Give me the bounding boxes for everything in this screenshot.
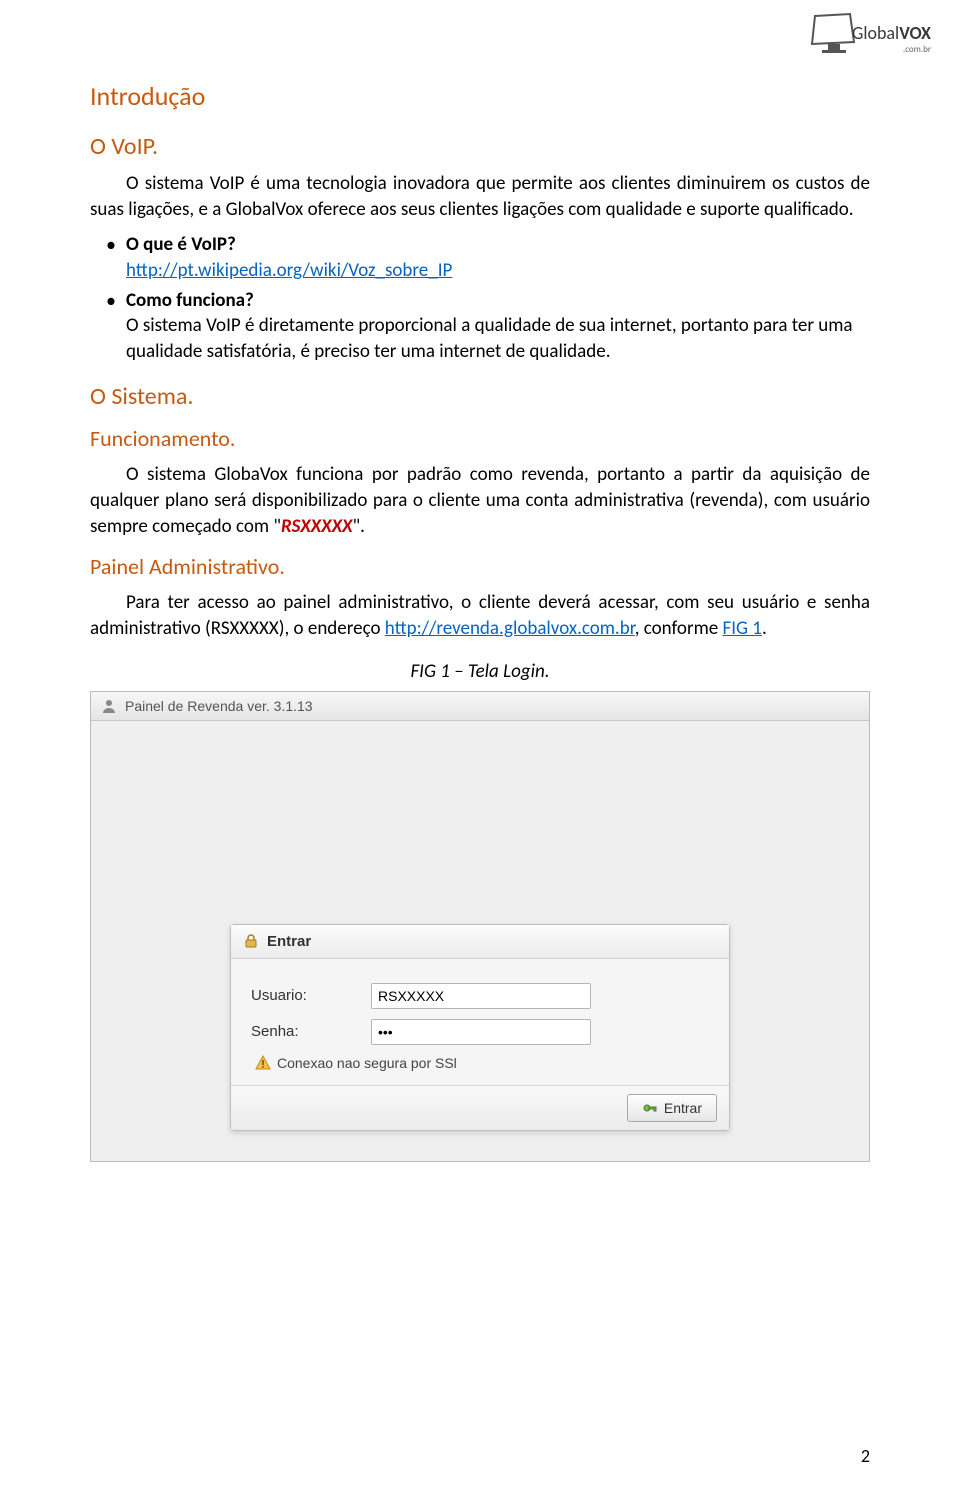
- entrar-button[interactable]: Entrar: [627, 1094, 717, 1122]
- ssl-warning: Conexao nao segura por SSl: [255, 1055, 709, 1071]
- ssl-warning-text: Conexao nao segura por SSl: [277, 1055, 457, 1071]
- login-form: Usuario: Senha: Conexao nao segura por S…: [231, 959, 729, 1085]
- painel-mid: , conforme: [635, 617, 723, 640]
- bullet-como-funciona: Como funciona? O sistema VoIP é diretame…: [126, 288, 870, 365]
- user-icon: [101, 698, 117, 714]
- heading-painel: Painel Administrativo.: [90, 553, 870, 580]
- heading-funcionamento: Funcionamento.: [90, 425, 870, 452]
- heading-sistema: O Sistema.: [90, 382, 870, 411]
- label-usuario: Usuario:: [251, 987, 371, 1004]
- bullet-voip-def: O que é VoIP? http://pt.wikipedia.org/wi…: [126, 232, 870, 283]
- revenda-link[interactable]: http://revenda.globalvox.com.br: [385, 617, 635, 640]
- lock-icon: [243, 933, 259, 949]
- login-screenshot: Painel de Revenda ver. 3.1.13 Entrar Usu…: [90, 691, 870, 1162]
- login-dialog-header: Entrar: [231, 925, 729, 959]
- rs-code: RSXXXXX: [281, 515, 353, 538]
- wikipedia-link[interactable]: http://pt.wikipedia.org/wiki/Voz_sobre_I…: [126, 259, 452, 282]
- key-icon: [642, 1100, 658, 1116]
- heading-ovoip: O VoIP.: [90, 132, 870, 161]
- logo-suffix: .com.br: [852, 44, 931, 55]
- heading-introducao: Introdução: [90, 80, 870, 112]
- row-usuario: Usuario:: [251, 983, 709, 1009]
- row-senha: Senha:: [251, 1019, 709, 1045]
- login-dialog: Entrar Usuario: Senha: C: [230, 924, 730, 1131]
- login-dialog-footer: Entrar: [231, 1085, 729, 1130]
- logo-text-bold: VOX: [899, 22, 931, 44]
- figure-caption: FIG 1 – Tela Login.: [90, 660, 870, 683]
- fig1-link[interactable]: FIG 1: [723, 617, 762, 640]
- page-number: 2: [861, 1445, 870, 1467]
- entrar-button-label: Entrar: [664, 1100, 702, 1116]
- brand-logo: GlobalVOX .com.br: [810, 10, 930, 60]
- login-dialog-title: Entrar: [267, 933, 311, 950]
- logo-text-prefix: Global: [852, 22, 899, 44]
- input-senha[interactable]: [371, 1019, 591, 1045]
- func-text-post: ".: [353, 515, 365, 538]
- label-senha: Senha:: [251, 1023, 371, 1040]
- bullet-como-funciona-text: O sistema VoIP é diretamente proporciona…: [126, 314, 853, 363]
- bullet-voip-def-title: O que é VoIP?: [126, 233, 236, 256]
- bullet-como-funciona-title: Como funciona?: [126, 289, 254, 312]
- painel-end: .: [762, 617, 767, 640]
- bullet-list: O que é VoIP? http://pt.wikipedia.org/wi…: [90, 232, 870, 364]
- paragraph-funcionamento: O sistema GlobaVox funciona por padrão c…: [90, 462, 870, 539]
- screenshot-body: Entrar Usuario: Senha: C: [91, 721, 869, 1021]
- screenshot-titlebar: Painel de Revenda ver. 3.1.13: [91, 692, 869, 721]
- document-body: Introdução O VoIP. O sistema VoIP é uma …: [0, 0, 960, 1162]
- warning-icon: [255, 1055, 271, 1071]
- paragraph-intro-voip: O sistema VoIP é uma tecnologia inovador…: [90, 171, 870, 222]
- paragraph-painel: Para ter acesso ao painel administrativo…: [90, 590, 870, 641]
- input-usuario[interactable]: [371, 983, 591, 1009]
- func-text-pre: O sistema GlobaVox funciona por padrão c…: [90, 463, 870, 537]
- window-title-text: Painel de Revenda ver. 3.1.13: [125, 698, 313, 714]
